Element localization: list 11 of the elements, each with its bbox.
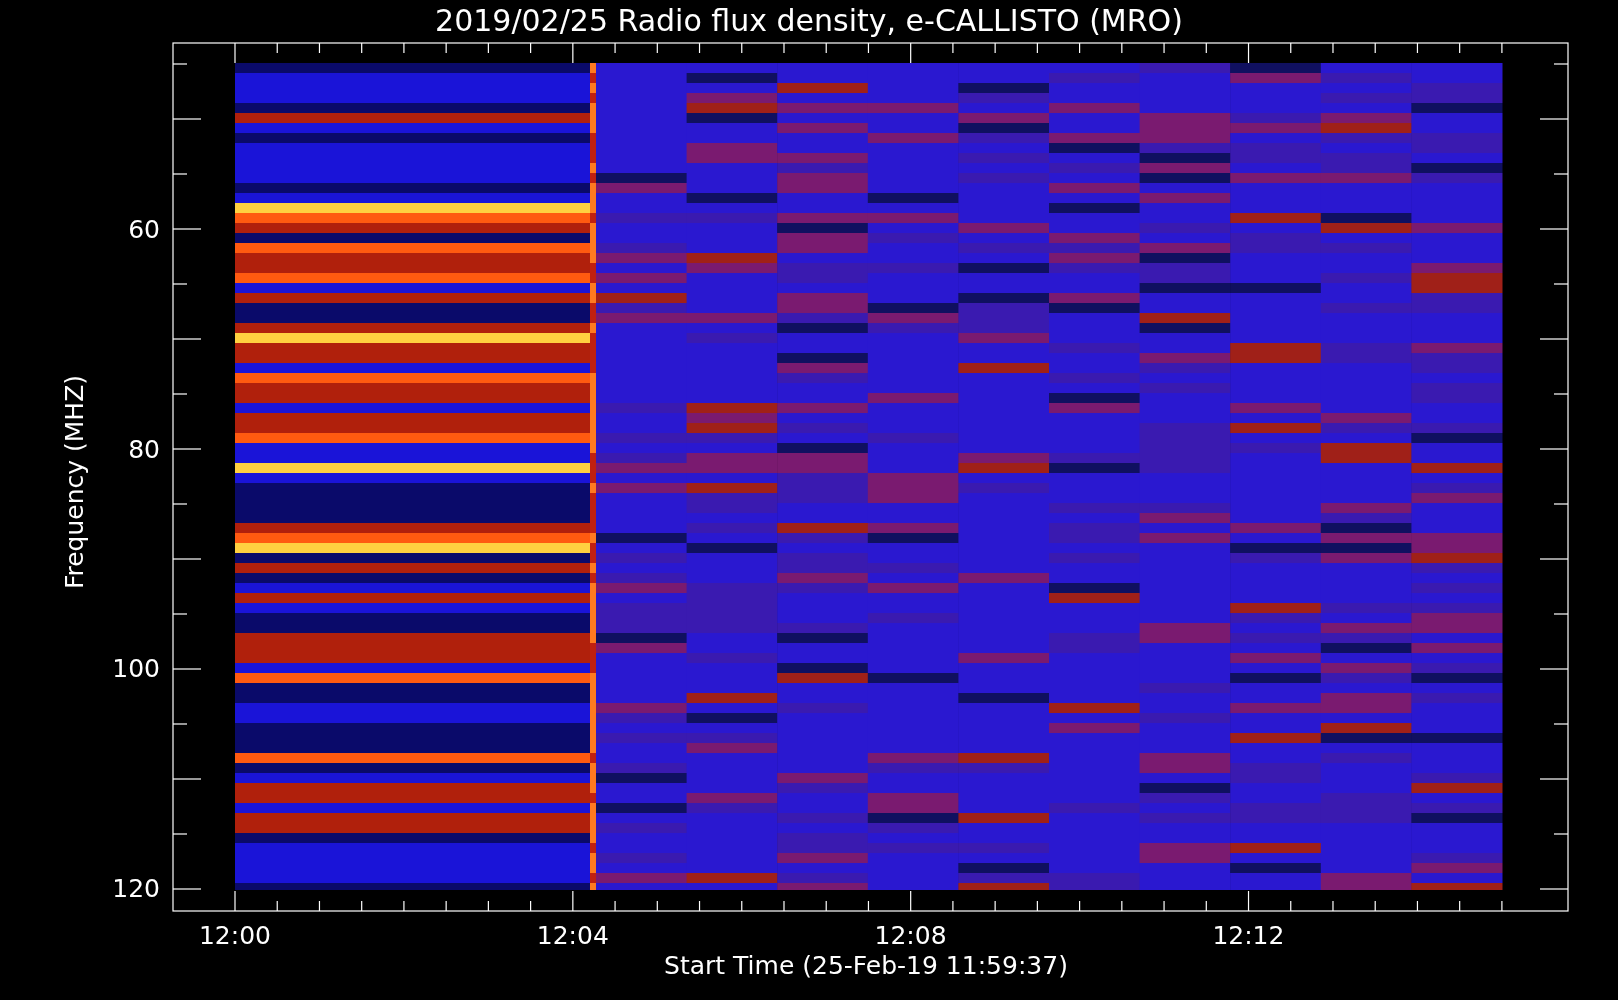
- chart-title: 2019/02/25 Radio flux density, e-CALLISTO (MRO): [435, 3, 1183, 38]
- y-axis-label: Frequency (MHZ): [60, 374, 89, 590]
- x-tick-label: 12:00: [199, 921, 271, 950]
- y-tick-label: 80: [128, 434, 160, 464]
- x-tick-label: 12:04: [536, 921, 609, 950]
- y-tick-label: 60: [128, 215, 160, 244]
- x-axis-label: Start Time (25-Feb-19 11:59:37): [664, 951, 1068, 980]
- y-tick-label: 120: [112, 874, 160, 904]
- x-tick-label: 12:12: [1212, 921, 1285, 950]
- y-tick-label: 100: [112, 654, 160, 684]
- x-tick-label: 12:08: [874, 921, 947, 950]
